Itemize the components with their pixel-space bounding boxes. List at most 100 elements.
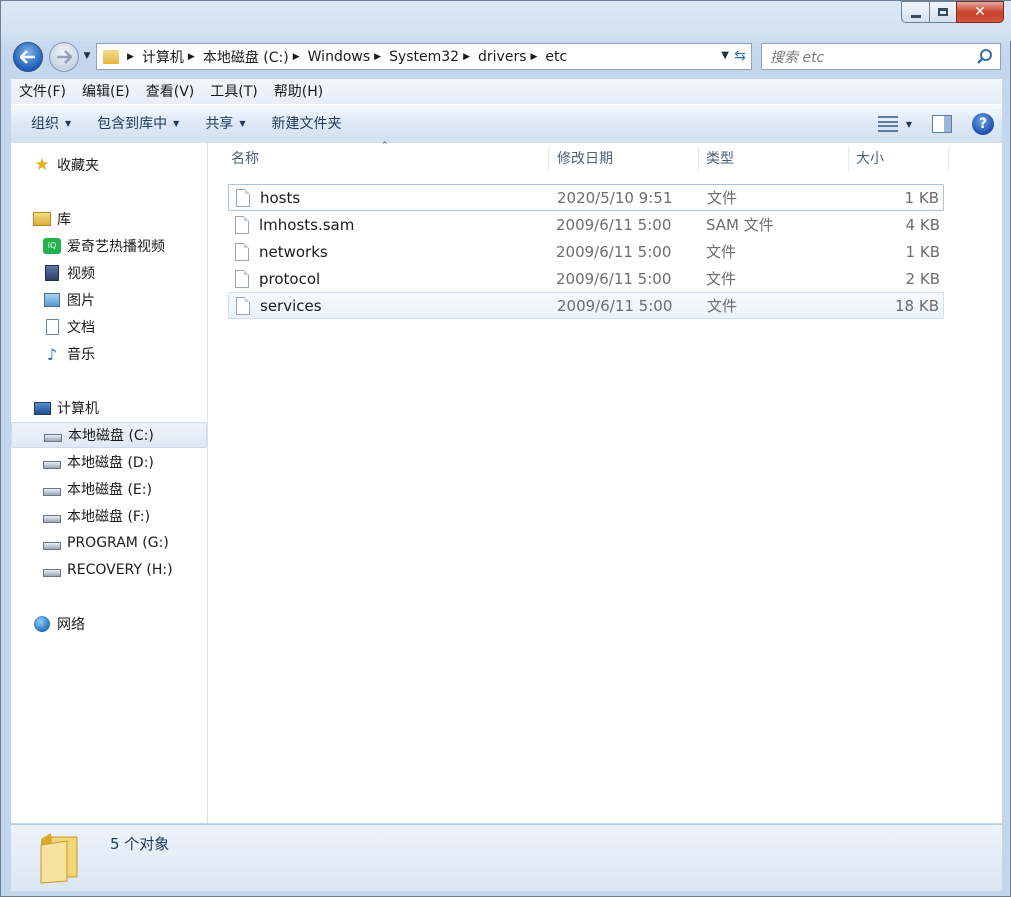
breadcrumb-drivers[interactable]: drivers <box>478 49 526 65</box>
nav-favorites[interactable]: ★ 收藏夹 <box>11 152 229 178</box>
recent-pages-dropdown[interactable]: ▼ <box>82 51 92 61</box>
breadcrumb-etc[interactable]: etc <box>545 49 567 65</box>
drive-icon <box>43 562 61 578</box>
new-folder-button[interactable]: 新建文件夹 <box>261 105 351 143</box>
nav-network[interactable]: 网络 <box>11 611 229 637</box>
star-icon: ★ <box>34 155 50 175</box>
windows-drive-icon <box>44 427 62 443</box>
nav-drive-d[interactable]: 本地磁盘 (D:) <box>11 449 239 475</box>
file-icon <box>235 215 249 234</box>
breadcrumb-separator-icon[interactable]: ▶ <box>374 52 381 62</box>
command-bar: 组织 ▼ 包含到库中 ▼ 共享 ▼ 新建文件夹 ▼ ? <box>11 104 1002 144</box>
preview-pane-icon[interactable] <box>932 115 952 133</box>
breadcrumb-windows[interactable]: Windows <box>308 49 371 65</box>
column-divider[interactable] <box>948 147 949 171</box>
breadcrumb-c-drive[interactable]: 本地磁盘 (C:) <box>203 47 289 67</box>
nav-lib-pictures[interactable]: 图片 <box>11 287 239 313</box>
drive-icon <box>43 508 61 524</box>
nav-drive-c[interactable]: 本地磁盘 (C:) <box>11 422 207 448</box>
include-in-library-button[interactable]: 包含到库中 ▼ <box>87 105 189 143</box>
chevron-down-icon: ▼ <box>65 119 72 128</box>
breadcrumb-separator-icon[interactable]: ▶ <box>463 52 470 62</box>
refresh-icon[interactable]: ⇆ <box>731 47 749 65</box>
search-box[interactable]: 搜索 etc <box>761 43 1001 70</box>
new-folder-label: 新建文件夹 <box>271 116 342 132</box>
file-row[interactable]: lmhosts.sam 2009/6/11 5:00 SAM 文件 4 KB <box>228 211 944 238</box>
view-dropdown-icon[interactable]: ▼ <box>906 120 912 129</box>
menu-tools[interactable]: 工具(T) <box>202 79 265 105</box>
address-bar[interactable]: ▶ 计算机 ▶ 本地磁盘 (C:) ▶ Windows ▶ System32 ▶… <box>96 43 752 70</box>
help-icon[interactable]: ? <box>972 113 994 135</box>
menu-view[interactable]: 查看(V) <box>138 79 203 105</box>
search-input[interactable]: 搜索 etc <box>770 47 976 67</box>
menu-file[interactable]: 文件(F) <box>11 79 74 105</box>
column-divider[interactable] <box>848 147 849 171</box>
menu-bar: 文件(F) 编辑(E) 查看(V) 工具(T) 帮助(H) <box>11 78 1002 105</box>
minimize-icon <box>910 14 921 18</box>
search-icon[interactable] <box>976 48 994 66</box>
nav-lib-item-label: 爱奇艺热播视频 <box>67 239 165 255</box>
nav-drive-label: PROGRAM (G:) <box>67 535 169 551</box>
nav-libraries[interactable]: 库 <box>11 206 229 232</box>
file-row[interactable]: protocol 2009/6/11 5:00 文件 2 KB <box>228 265 944 292</box>
maximize-button[interactable] <box>929 1 956 23</box>
nav-network-label: 网络 <box>57 617 85 633</box>
chevron-down-icon: ▼ <box>239 119 246 128</box>
menu-edit[interactable]: 编辑(E) <box>74 79 138 105</box>
nav-drive-h[interactable]: RECOVERY (H:) <box>11 557 239 583</box>
column-header-modified[interactable]: 修改日期 <box>557 143 613 175</box>
file-row[interactable]: services 2009/6/11 5:00 文件 18 KB <box>228 292 944 319</box>
menu-help[interactable]: 帮助(H) <box>266 79 331 105</box>
file-name: networks <box>259 242 328 261</box>
breadcrumb-separator-icon[interactable]: ▶ <box>127 52 134 62</box>
breadcrumb-computer[interactable]: 计算机 <box>142 47 184 67</box>
nav-lib-item-label: 视频 <box>67 266 95 282</box>
file-row[interactable]: networks 2009/6/11 5:00 文件 1 KB <box>228 238 944 265</box>
maximize-icon <box>938 8 948 16</box>
nav-drive-g[interactable]: PROGRAM (G:) <box>11 530 239 556</box>
breadcrumb-separator-icon[interactable]: ▶ <box>188 52 195 62</box>
file-name: services <box>260 296 322 315</box>
organize-button[interactable]: 组织 ▼ <box>21 105 81 143</box>
breadcrumb-separator-icon[interactable]: ▶ <box>531 52 538 62</box>
minimize-button[interactable] <box>901 1 929 23</box>
breadcrumb-separator-icon[interactable]: ▶ <box>293 52 300 62</box>
share-button[interactable]: 共享 ▼ <box>195 105 255 143</box>
file-name: hosts <box>260 188 301 207</box>
nav-lib-iqiyi[interactable]: iQ 爱奇艺热播视频 <box>11 233 239 259</box>
window-controls: ✕ <box>901 1 1004 23</box>
nav-lib-documents[interactable]: 文档 <box>11 314 239 340</box>
nav-drive-e[interactable]: 本地磁盘 (E:) <box>11 476 239 502</box>
file-name: protocol <box>259 269 321 288</box>
column-header-size[interactable]: 大小 <box>856 143 884 175</box>
include-library-label: 包含到库中 <box>97 116 168 132</box>
column-divider[interactable] <box>548 147 549 171</box>
nav-lib-videos[interactable]: 视频 <box>11 260 239 286</box>
nav-favorites-label: 收藏夹 <box>57 158 99 174</box>
nav-drive-label: 本地磁盘 (D:) <box>67 455 154 471</box>
file-icon <box>235 242 249 261</box>
folder-icon <box>40 833 78 884</box>
drive-icon <box>43 454 61 470</box>
file-row[interactable]: hosts 2020/5/10 9:51 文件 1 KB <box>228 184 944 211</box>
nav-computer[interactable]: 计算机 <box>11 395 229 421</box>
column-header-name[interactable]: 名称 <box>231 143 259 175</box>
change-view-icon[interactable] <box>877 116 898 132</box>
file-type: 文件 <box>707 189 738 207</box>
close-icon: ✕ <box>974 4 986 20</box>
close-button[interactable]: ✕ <box>956 1 1004 23</box>
nav-lib-music[interactable]: ♪ 音乐 <box>11 341 239 367</box>
forward-button[interactable] <box>49 42 79 72</box>
back-button[interactable] <box>13 42 43 72</box>
column-header-type[interactable]: 类型 <box>706 143 734 175</box>
details-pane: 5 个对象 <box>11 824 1002 891</box>
column-divider[interactable] <box>698 147 699 171</box>
nav-drive-f[interactable]: 本地磁盘 (F:) <box>11 503 239 529</box>
file-icon <box>235 269 249 288</box>
breadcrumb-system32[interactable]: System32 <box>389 49 459 65</box>
iqiyi-icon: iQ <box>43 238 61 254</box>
address-dropdown-icon[interactable]: ▼ <box>721 50 729 61</box>
file-size: 18 KB <box>895 296 939 315</box>
share-label: 共享 <box>205 116 234 132</box>
nav-lib-item-label: 图片 <box>67 293 95 309</box>
